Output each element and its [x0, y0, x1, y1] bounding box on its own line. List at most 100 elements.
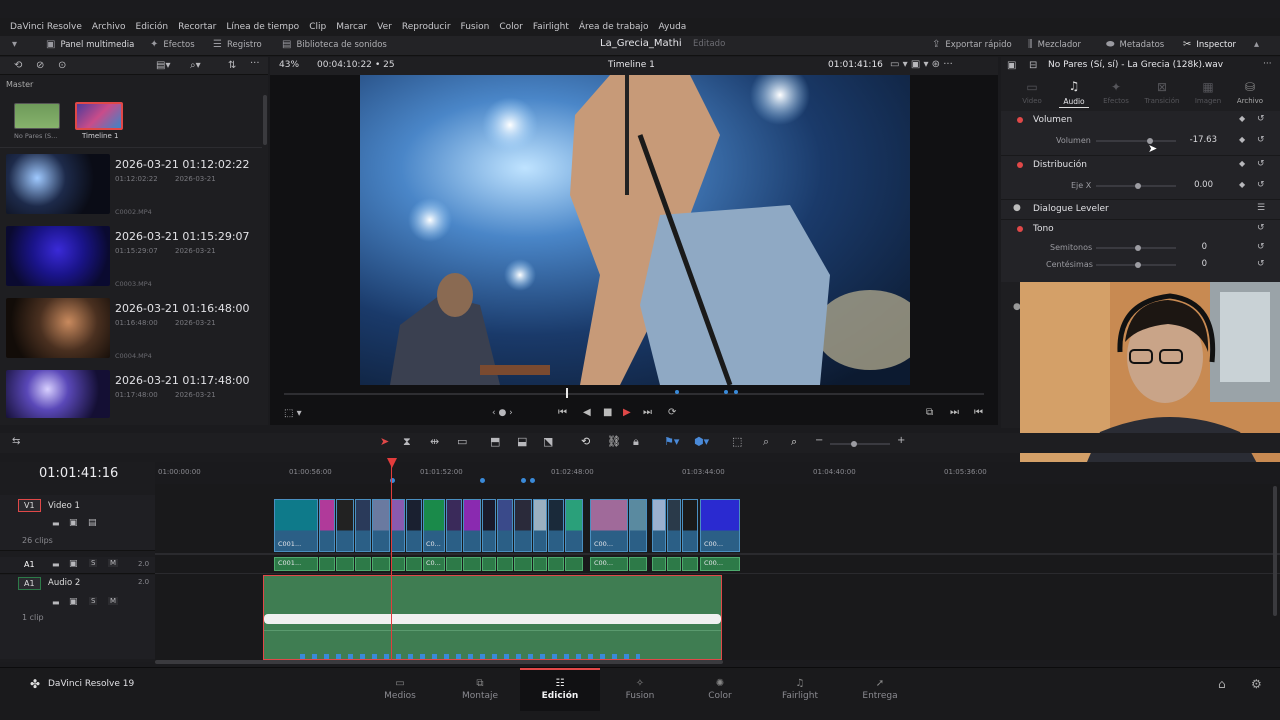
- more-options-icon[interactable]: ···: [1263, 59, 1272, 69]
- tab-effects[interactable]: Efectos: [1101, 97, 1131, 105]
- play-icon[interactable]: ▶: [623, 407, 631, 418]
- go-to-start-icon[interactable]: ⏮: [558, 407, 567, 418]
- audio-clip[interactable]: [406, 557, 422, 571]
- audio-clip[interactable]: [336, 557, 354, 571]
- keyframe-icon[interactable]: ◆: [1239, 159, 1245, 168]
- video-frame[interactable]: [360, 75, 910, 385]
- page-cut[interactable]: ⧉ Montaje: [440, 678, 520, 701]
- video-clip[interactable]: C00...: [590, 499, 628, 552]
- cents-slider[interactable]: [1096, 262, 1176, 268]
- lock-icon[interactable]: ▬: [52, 598, 60, 607]
- effects-button[interactable]: ✦ Efectos: [150, 39, 195, 50]
- horizontal-scrollbar[interactable]: [155, 660, 723, 664]
- menu-item[interactable]: Marcar: [336, 22, 367, 32]
- linked-selection-icon[interactable]: ⛓: [607, 435, 621, 448]
- mute-button[interactable]: M: [108, 597, 119, 605]
- home-icon[interactable]: ⌂: [1218, 677, 1226, 691]
- snapping-icon[interactable]: ⟲: [581, 435, 590, 448]
- mute-button[interactable]: M: [108, 559, 119, 567]
- video-clip[interactable]: [482, 499, 496, 552]
- zoom-in-icon[interactable]: +: [897, 435, 905, 446]
- video-clip[interactable]: [372, 499, 390, 552]
- selection-tool-icon[interactable]: ➤: [380, 435, 389, 448]
- scrubber-bar[interactable]: [284, 393, 984, 395]
- tab-video[interactable]: Video: [1018, 97, 1046, 105]
- marker[interactable]: [675, 390, 679, 394]
- menu-item[interactable]: Recortar: [178, 22, 216, 32]
- video-clip[interactable]: [446, 499, 462, 552]
- inspector-split-icon[interactable]: ⊟: [1029, 60, 1037, 71]
- track-visibility-icon[interactable]: ▤: [88, 518, 97, 528]
- zoom-detail-icon[interactable]: ⌕: [763, 435, 769, 449]
- vertical-scrollbar[interactable]: [1273, 486, 1277, 616]
- audio-clip[interactable]: [391, 557, 405, 571]
- menu-icon[interactable]: ☰: [1257, 203, 1265, 213]
- audio-clip[interactable]: [548, 557, 564, 571]
- menu-item[interactable]: Edición: [136, 22, 169, 32]
- menu-item[interactable]: Color: [499, 22, 523, 32]
- list-item[interactable]: 2026-03-21 01:12:02:22 01:12:02:22 2026-…: [0, 150, 262, 220]
- marker[interactable]: [734, 390, 738, 394]
- lock-icon[interactable]: ▬: [52, 560, 60, 569]
- auto-select-icon[interactable]: ▣: [69, 597, 78, 607]
- reset-icon[interactable]: ↺: [1257, 242, 1265, 252]
- sort-icon[interactable]: ⇅: [228, 60, 236, 71]
- audio-clip[interactable]: [565, 557, 583, 571]
- marker-strip[interactable]: [300, 654, 640, 659]
- zoom-slider[interactable]: [830, 441, 890, 447]
- image-tab-icon[interactable]: ▦: [1197, 80, 1219, 94]
- media-pool-button[interactable]: ▣ Panel multimedia: [46, 39, 134, 50]
- video-clip[interactable]: [463, 499, 481, 552]
- enable-toggle[interactable]: [1017, 225, 1023, 235]
- video-clip[interactable]: [319, 499, 335, 552]
- tab-image[interactable]: Imagen: [1193, 97, 1223, 105]
- inspector-button[interactable]: ✂ Inspector: [1183, 39, 1236, 50]
- pan-slider[interactable]: [1096, 183, 1176, 189]
- loop-icon[interactable]: ⟳: [668, 407, 676, 418]
- semitones-value[interactable]: 0: [1177, 242, 1207, 252]
- menu-item[interactable]: Clip: [309, 22, 326, 32]
- timeline-name[interactable]: Timeline 1: [608, 60, 655, 70]
- solo-button[interactable]: S: [89, 597, 98, 605]
- reset-icon[interactable]: ↺: [1257, 259, 1265, 269]
- timeline-view-options-icon[interactable]: ⇆: [12, 436, 20, 447]
- more-options-icon[interactable]: ···: [250, 58, 260, 69]
- menu-item[interactable]: Ayuda: [659, 22, 687, 32]
- audio-clip[interactable]: [372, 557, 390, 571]
- transition-tab-icon[interactable]: ⊠: [1151, 80, 1173, 94]
- video-clip[interactable]: [667, 499, 681, 552]
- keyframe-icon[interactable]: ◆: [1239, 180, 1245, 189]
- reset-icon[interactable]: ↺: [1257, 114, 1265, 124]
- playhead-line[interactable]: [391, 466, 392, 660]
- menu-item[interactable]: Reproducir: [402, 22, 451, 32]
- audio-clip[interactable]: C001...: [274, 557, 318, 571]
- blade-tool-icon[interactable]: ▭: [457, 435, 467, 448]
- auto-select-icon[interactable]: ▣: [69, 518, 78, 528]
- track-id[interactable]: A1: [24, 560, 35, 569]
- volume-value[interactable]: -17.63: [1177, 135, 1217, 145]
- tab-audio[interactable]: Audio: [1059, 97, 1089, 106]
- volume-slider[interactable]: [1096, 138, 1176, 144]
- menu-item[interactable]: Archivo: [92, 22, 126, 32]
- pan-value[interactable]: 0.00: [1177, 180, 1213, 190]
- video-clip[interactable]: [497, 499, 513, 552]
- audio-clip[interactable]: [652, 557, 666, 571]
- inspector-layout-icon[interactable]: ▣: [1007, 60, 1016, 71]
- effects-tab-icon[interactable]: ✦: [1105, 80, 1127, 94]
- menu-item[interactable]: DaVinci Resolve: [10, 22, 82, 32]
- go-to-end-icon[interactable]: ⏭: [643, 407, 652, 418]
- menu-item[interactable]: Fusion: [461, 22, 490, 32]
- menu-item[interactable]: Ver: [377, 22, 392, 32]
- chevron-up-icon[interactable]: ▴: [1254, 39, 1259, 50]
- stop-icon[interactable]: ■: [603, 407, 612, 418]
- zoom-level[interactable]: 43%: [279, 60, 299, 70]
- page-deliver[interactable]: ➚ Entrega: [840, 678, 920, 701]
- insert-clip-icon[interactable]: ⬒: [490, 435, 500, 448]
- lock-icon[interactable]: 🔒︎: [633, 435, 639, 449]
- video-clip[interactable]: [565, 499, 583, 552]
- sync-icon[interactable]: ⊙: [58, 60, 66, 71]
- link-icon[interactable]: ⊘: [36, 60, 44, 71]
- tab-file[interactable]: Archivo: [1235, 97, 1265, 105]
- back-icon[interactable]: ⟲: [14, 60, 22, 71]
- menu-item[interactable]: Línea de tiempo: [226, 22, 299, 32]
